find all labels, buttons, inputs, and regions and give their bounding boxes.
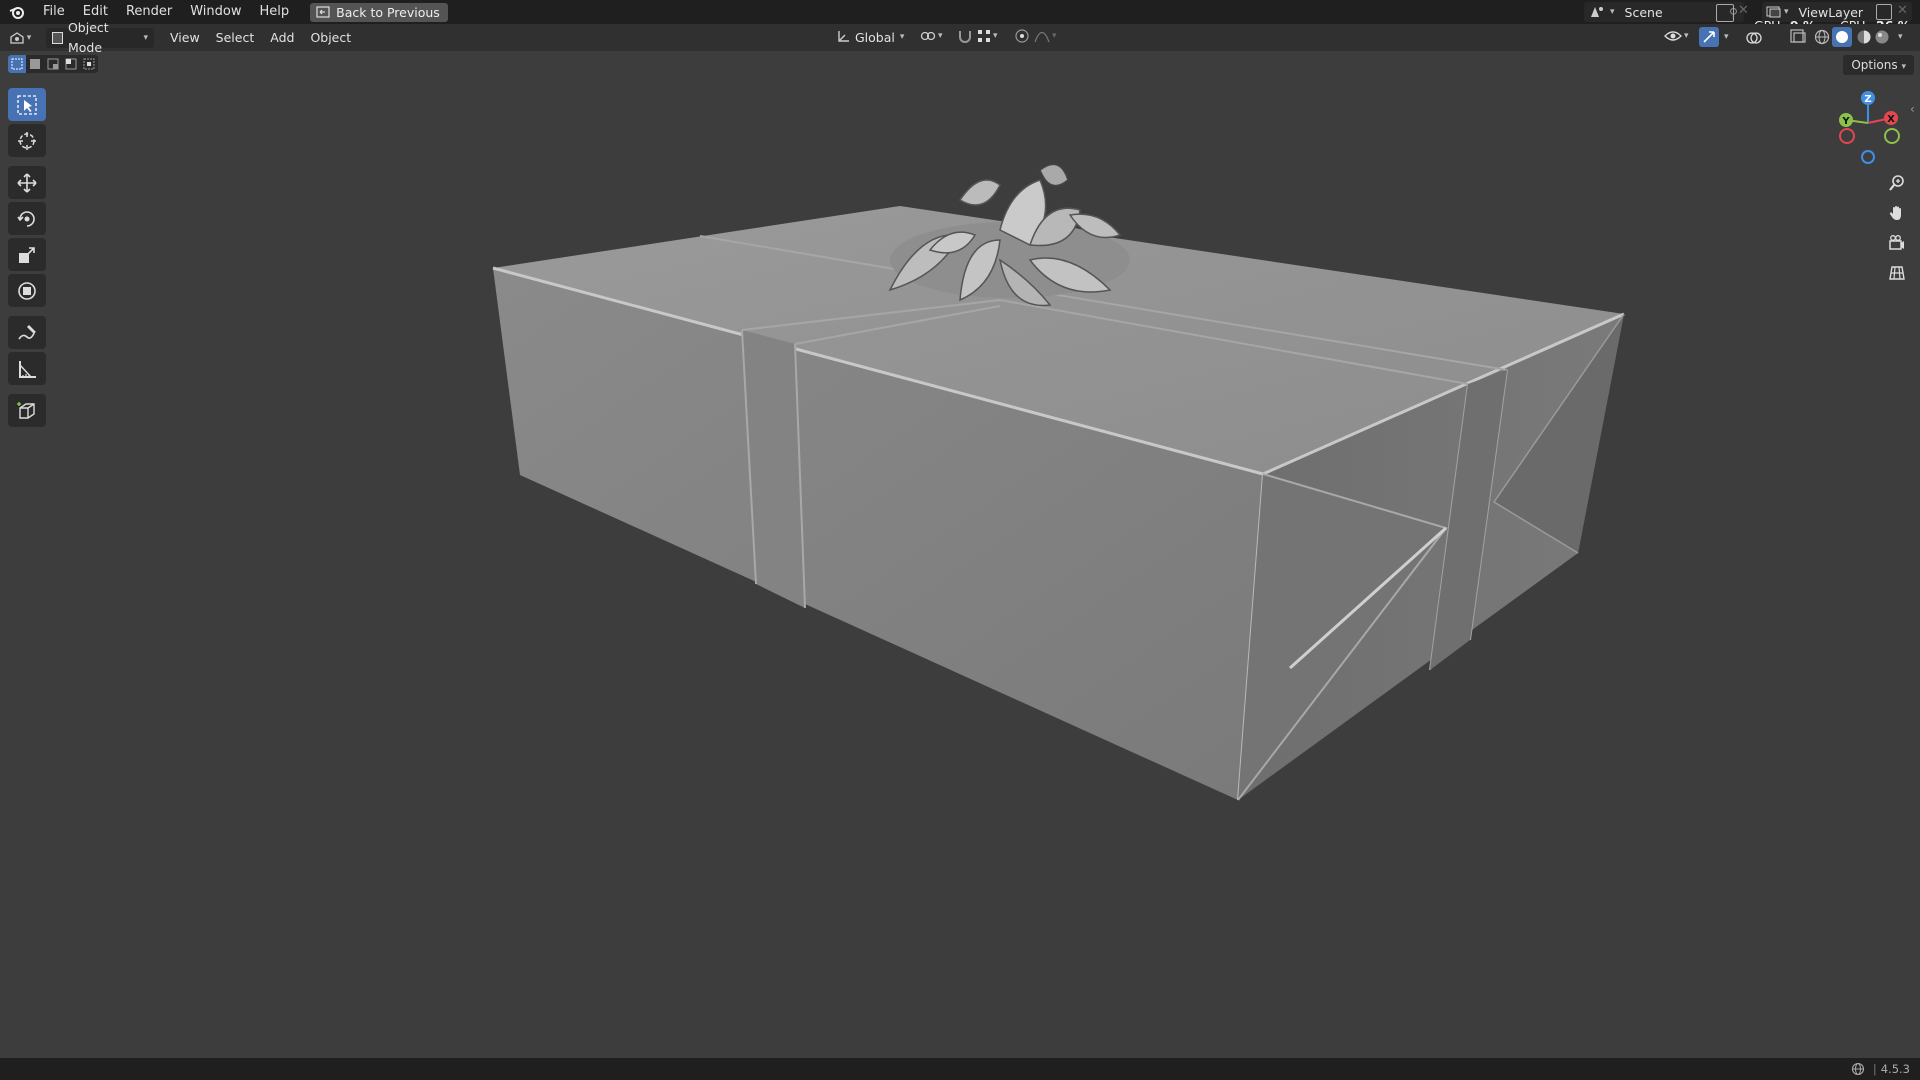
options-label: Options xyxy=(1851,58,1898,72)
sidebar-toggle-icon[interactable]: ‹ xyxy=(1910,102,1915,116)
status-divider: | xyxy=(1872,1062,1877,1076)
chevron-down-icon: ▾ xyxy=(1901,62,1906,72)
gizmo-z-label: Z xyxy=(1864,94,1871,105)
navigation-gizmo[interactable]: Z X Y xyxy=(1828,88,1908,168)
grid-perspective-icon xyxy=(1889,266,1905,280)
network-globe-icon xyxy=(1851,1062,1864,1076)
status-bar: | 4.5.3 xyxy=(0,1058,1920,1080)
version-label: 4.5.3 xyxy=(1880,1062,1910,1076)
zoom-button[interactable] xyxy=(1884,170,1910,196)
camera-view-button[interactable] xyxy=(1884,230,1910,256)
gift-box-model[interactable] xyxy=(492,163,1625,801)
zoom-magnifier-icon xyxy=(1889,175,1904,191)
pan-button[interactable] xyxy=(1884,200,1910,226)
gizmo-neg-y[interactable] xyxy=(1884,128,1900,144)
perspective-toggle-button[interactable] xyxy=(1884,260,1910,286)
gizmo-x-label: X xyxy=(1887,114,1895,125)
gizmo-y-label: Y xyxy=(1841,116,1850,127)
viewport-canvas[interactable] xyxy=(0,0,1920,1080)
options-dropdown[interactable]: Options ▾ xyxy=(1843,55,1914,75)
bow-model[interactable] xyxy=(888,163,1130,307)
hand-icon xyxy=(1889,206,1901,220)
gizmo-neg-z[interactable] xyxy=(1861,150,1875,164)
camera-icon xyxy=(1889,235,1904,250)
gizmo-neg-x[interactable] xyxy=(1839,128,1855,144)
